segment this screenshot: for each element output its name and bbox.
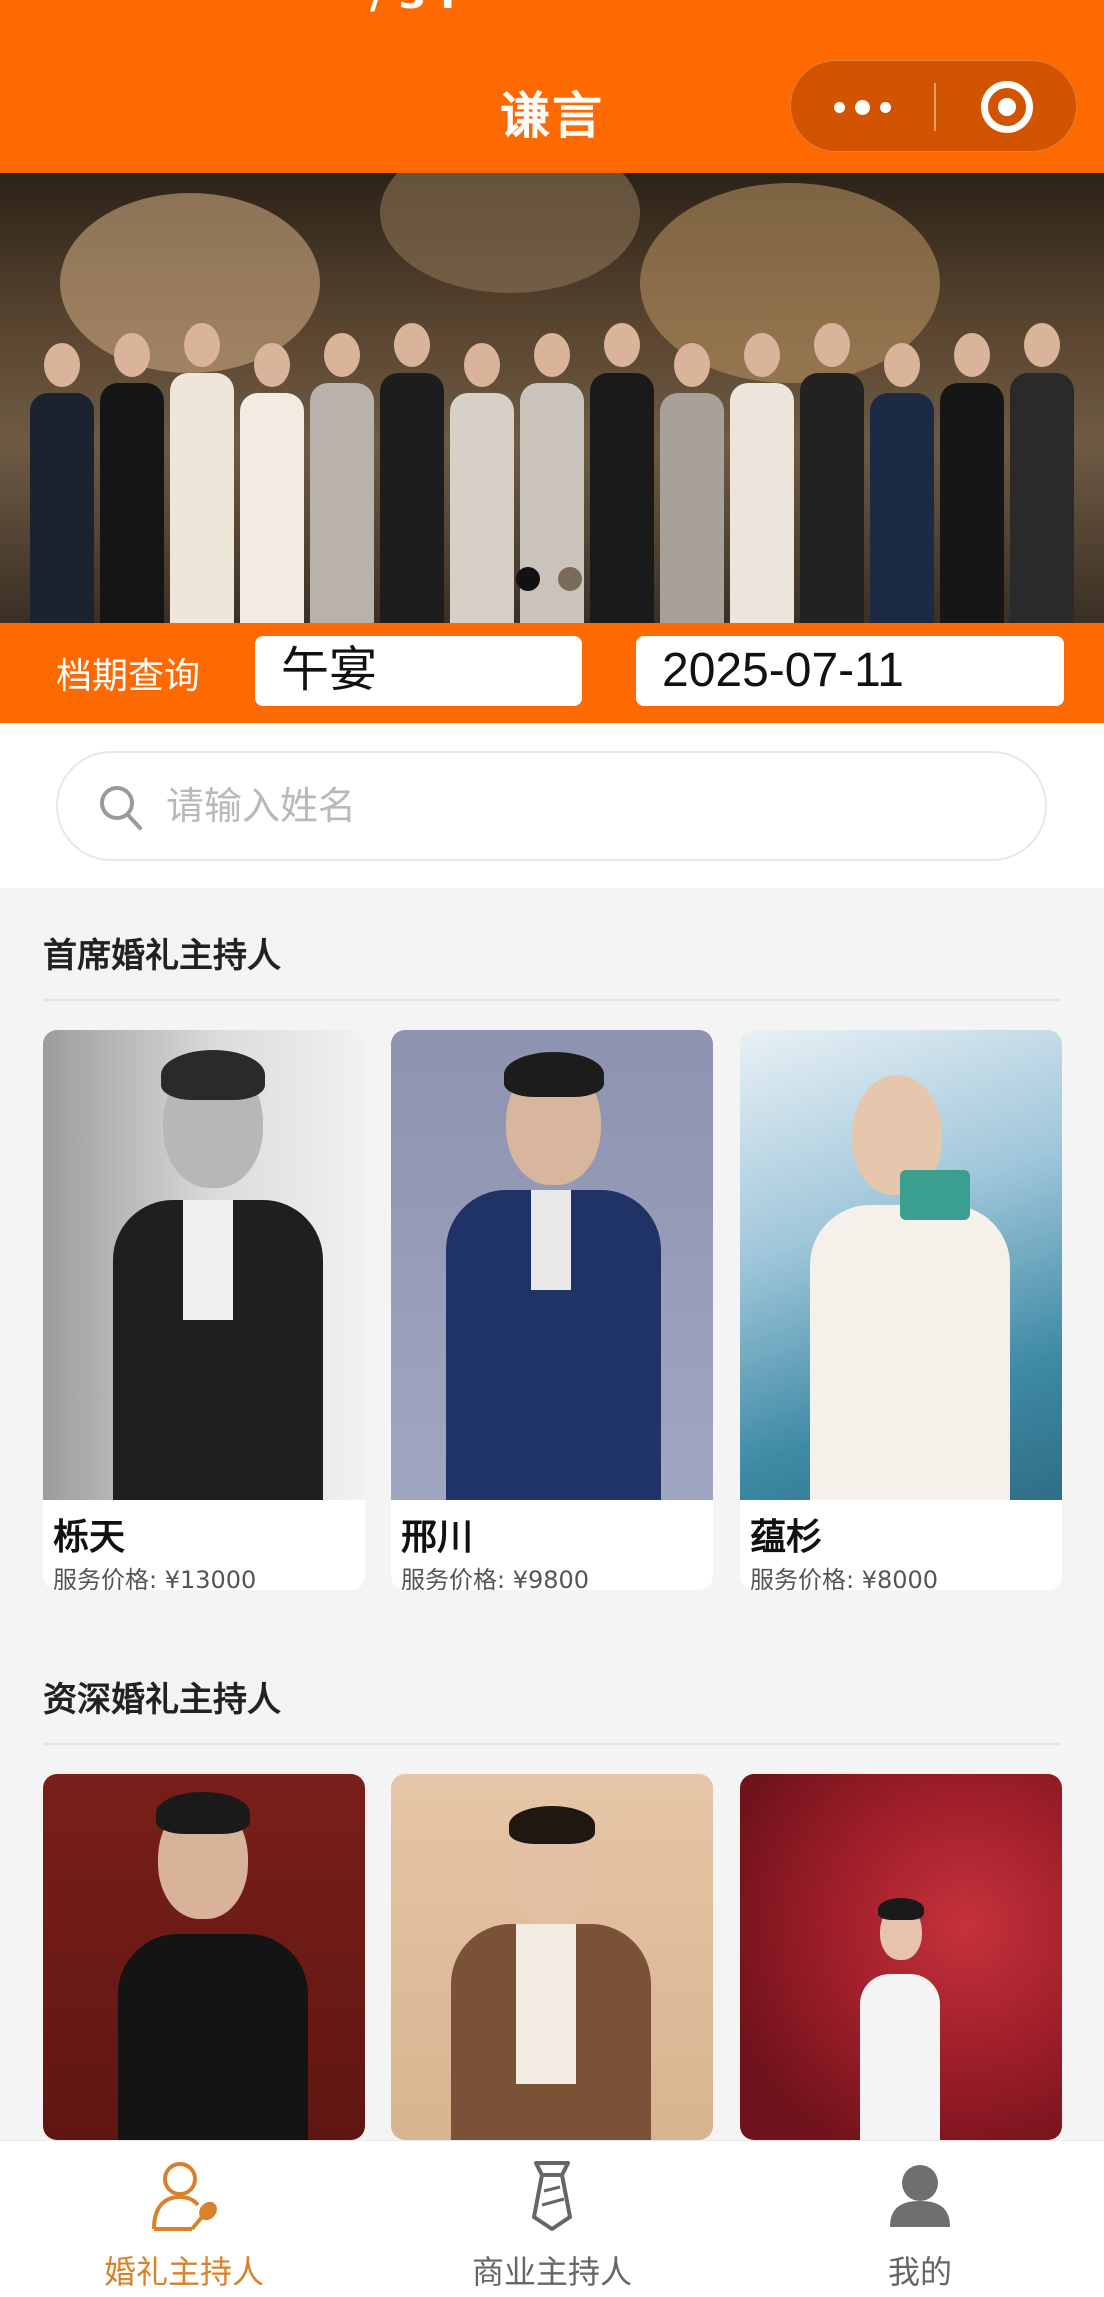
search-area: 请输入姓名 bbox=[0, 723, 1104, 888]
section-title-chief-hosts: 首席婚礼主持人 bbox=[43, 936, 281, 976]
tab-wedding-hosts[interactable]: 婚礼主持人 bbox=[0, 2141, 368, 2297]
banner-person-silhouette bbox=[1010, 323, 1074, 623]
host-price: 服务价格: ¥8000 bbox=[750, 1566, 939, 1590]
tie-icon bbox=[532, 2161, 572, 2231]
nav-header: / 3 I 谦言 bbox=[0, 0, 1104, 173]
schedule-query-label: 档期查询 bbox=[56, 655, 201, 696]
carousel-indicator bbox=[516, 567, 582, 591]
banner-person-silhouette bbox=[310, 333, 374, 623]
banner-person-silhouette bbox=[870, 343, 934, 623]
capsule-divider bbox=[934, 83, 936, 131]
banner-person-silhouette bbox=[940, 333, 1004, 623]
host-name: 蕴杉 bbox=[750, 1517, 823, 1558]
tab-business-hosts[interactable]: 商业主持人 bbox=[368, 2141, 736, 2297]
host-photo bbox=[391, 1030, 713, 1500]
target-circle-icon[interactable] bbox=[981, 81, 1033, 133]
banner-person-silhouette bbox=[730, 333, 794, 623]
host-card[interactable] bbox=[740, 1774, 1062, 2140]
banner-light-decoration bbox=[380, 173, 640, 293]
date-picker[interactable]: 2025-07-11 bbox=[636, 636, 1064, 706]
section-divider bbox=[43, 999, 1060, 1001]
host-name: 邢川 bbox=[401, 1517, 474, 1558]
host-photo bbox=[391, 1774, 713, 2140]
more-dots-icon[interactable] bbox=[791, 61, 934, 153]
tab-label: 商业主持人 bbox=[471, 2254, 632, 2290]
mini-program-capsule bbox=[790, 60, 1077, 152]
host-card[interactable] bbox=[391, 1774, 713, 2140]
host-card[interactable]: 邢川 服务价格: ¥9800 bbox=[391, 1030, 713, 1590]
tab-label: 我的 bbox=[887, 2254, 952, 2290]
section-title-senior-hosts: 资深婚礼主持人 bbox=[43, 1680, 281, 1720]
banner-person-silhouette bbox=[660, 343, 724, 623]
schedule-query-bar: 档期查询 午宴 2025-07-11 bbox=[0, 623, 1104, 723]
banner-person-silhouette bbox=[170, 323, 234, 623]
banner-person-silhouette bbox=[450, 343, 514, 623]
host-photo bbox=[43, 1030, 365, 1500]
host-card[interactable]: 蕴杉 服务价格: ¥8000 bbox=[740, 1030, 1062, 1590]
status-bar-time: / 3 I bbox=[370, 0, 455, 18]
banner-person-silhouette bbox=[30, 343, 94, 623]
host-photo bbox=[740, 1774, 1062, 2140]
banner-person-silhouette bbox=[590, 323, 654, 623]
host-price: 服务价格: ¥13000 bbox=[53, 1566, 257, 1590]
banner-person-silhouette bbox=[800, 323, 864, 623]
host-photo bbox=[740, 1030, 1062, 1500]
search-placeholder: 请输入姓名 bbox=[166, 784, 357, 828]
host-photo bbox=[43, 1774, 365, 2140]
tab-label: 婚礼主持人 bbox=[103, 2254, 264, 2290]
banner-person-silhouette bbox=[100, 333, 164, 623]
section-divider bbox=[43, 1743, 1060, 1745]
carousel-dot[interactable] bbox=[558, 567, 582, 591]
banner-carousel[interactable] bbox=[0, 173, 1104, 623]
session-select[interactable]: 午宴 bbox=[255, 636, 582, 706]
host-card[interactable] bbox=[43, 1774, 365, 2140]
tab-mine[interactable]: 我的 bbox=[736, 2141, 1104, 2297]
search-input[interactable]: 请输入姓名 bbox=[56, 751, 1047, 861]
banner-person-silhouette bbox=[380, 323, 444, 623]
carousel-dot-active[interactable] bbox=[516, 567, 540, 591]
page: / 3 I 谦言 档期查询 午宴 2025-07-11 请输入姓名 bbox=[0, 0, 1104, 2297]
search-icon bbox=[100, 786, 142, 830]
host-name: 栎天 bbox=[53, 1517, 126, 1558]
user-icon bbox=[890, 2165, 950, 2227]
bottom-tab-bar: 婚礼主持人 商业主持人 我的 bbox=[0, 2140, 1104, 2297]
host-card[interactable]: 栎天 服务价格: ¥13000 bbox=[43, 1030, 365, 1590]
banner-person-silhouette bbox=[240, 343, 304, 623]
host-price: 服务价格: ¥9800 bbox=[401, 1566, 590, 1590]
host-microphone-icon bbox=[152, 2162, 217, 2231]
